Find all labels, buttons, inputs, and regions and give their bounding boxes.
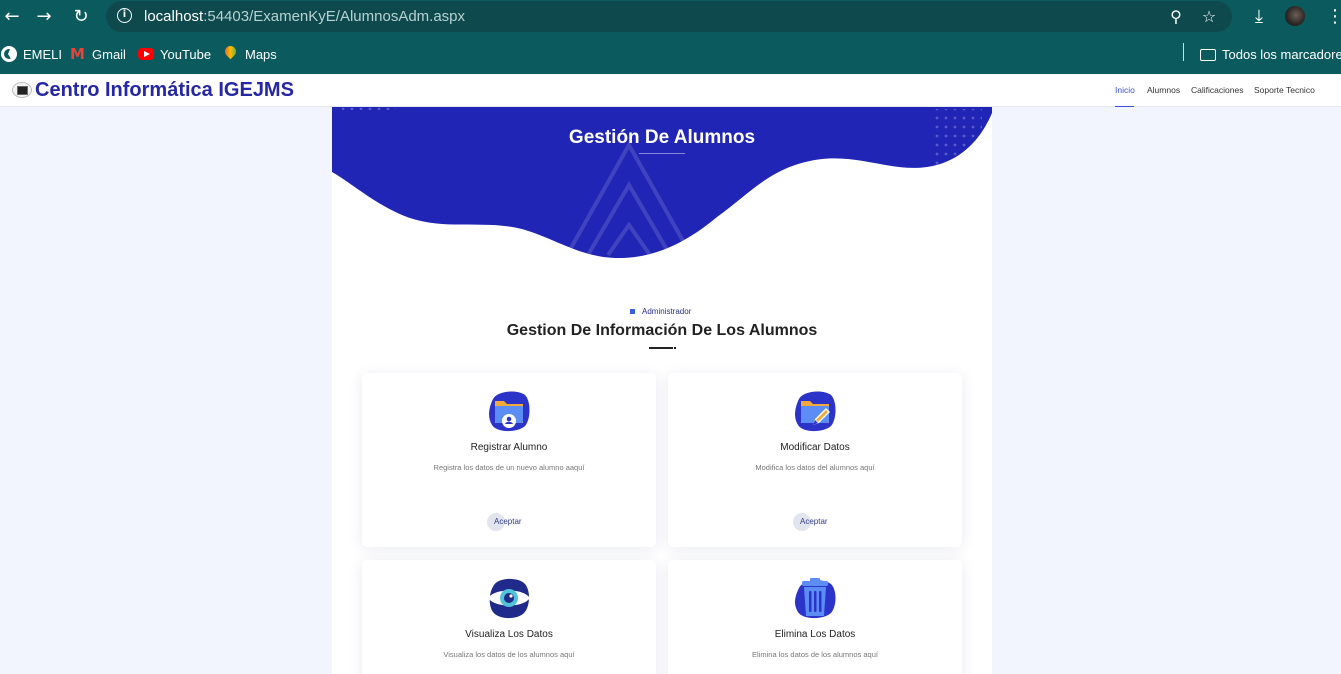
card-title: Elimina Los Datos [774, 629, 856, 640]
card-elimina-datos: Elimina Los Datos Elimina los datos de l… [668, 560, 962, 674]
gmail-icon [70, 45, 86, 63]
all-bookmarks[interactable]: Todos los marcadores [1200, 45, 1341, 63]
back-arrow-icon[interactable]: ← [0, 5, 24, 29]
youtube-icon [138, 48, 154, 60]
card-description: Elimina los datos de los alumnos aquí [752, 650, 878, 659]
section-divider [649, 347, 673, 349]
bookmark-label: Gmail [92, 46, 126, 62]
nav-inicio[interactable]: Inicio [1115, 85, 1135, 95]
main-content: Gestión De Alumnos Administrador Gestion… [332, 107, 992, 674]
card-description: Visualiza los datos de los alumnos aquí [443, 650, 575, 659]
hero-divider [639, 153, 685, 154]
nav-soporte-tecnico[interactable]: Soporte Tecnico [1254, 85, 1315, 95]
site-info-icon[interactable]: i [117, 8, 132, 23]
site-title[interactable]: Centro Informática IGEJMS [35, 79, 294, 102]
more-menu-icon[interactable]: ⋮ [1323, 5, 1341, 29]
active-nav-indicator [1115, 106, 1134, 107]
address-url[interactable]: localhost:54403/ExamenKyE/AlumnosAdm.asp… [144, 8, 465, 25]
nav-alumnos[interactable]: Alumnos [1147, 85, 1180, 95]
profile-avatar[interactable] [1285, 6, 1305, 26]
bookmark-gmail[interactable]: Gmail [70, 45, 126, 63]
card-registrar-alumno: Registrar Alumno Registra los datos de u… [362, 373, 656, 547]
address-bar[interactable]: i localhost:54403/ExamenKyE/AlumnosAdm.a… [106, 1, 1232, 32]
bookmark-label: EMELI [23, 46, 63, 62]
button-label: Aceptar [800, 517, 828, 526]
edit-folder-icon [795, 391, 836, 432]
site-navbar: Centro Informática IGEJMS Inicio Alumnos… [0, 74, 1341, 107]
square-bullet-icon [630, 309, 635, 314]
download-icon[interactable]: ⤓ [1247, 5, 1271, 29]
aceptar-button[interactable]: Aceptar [487, 512, 547, 532]
bookmark-emeli[interactable]: EMELI [1, 45, 62, 63]
url-host: localhost [144, 8, 204, 25]
computer-logo-icon[interactable] [12, 82, 32, 98]
card-modificar-datos: Modificar Datos Modifica los datos del a… [668, 373, 962, 547]
eye-icon [488, 578, 530, 619]
bookmark-maps[interactable]: Maps [223, 45, 277, 63]
reload-icon[interactable]: ↻ [69, 5, 93, 29]
admin-badge-label: Administrador [642, 307, 692, 316]
zoom-icon[interactable]: ⚲ [1165, 6, 1187, 28]
trash-icon [795, 578, 836, 619]
section-title: Gestion De Información De Los Alumnos [506, 322, 818, 339]
bookmark-label: YouTube [160, 46, 212, 62]
card-title: Modificar Datos [780, 442, 850, 453]
register-folder-icon [489, 391, 530, 432]
bookmark-star-icon[interactable]: ☆ [1198, 6, 1220, 28]
admin-badge: Administrador [630, 307, 691, 316]
card-title: Visualiza Los Datos [465, 629, 553, 640]
hero-title: Gestión De Alumnos [568, 127, 756, 148]
bookmark-youtube[interactable]: YouTube [138, 45, 211, 63]
card-description: Registra los datos de un nuevo alumno aa… [433, 463, 585, 472]
url-path: :54403/ExamenKyE/AlumnosAdm.aspx [203, 8, 466, 25]
card-description: Modifica los datos del alumnos aquí [755, 463, 875, 472]
bookmarks-bar: EMELI Gmail YouTube Maps Todos los marca… [0, 40, 1341, 66]
bookmark-label: Maps [245, 46, 277, 62]
maps-icon [223, 46, 239, 62]
button-label: Aceptar [494, 517, 522, 526]
section-divider-dot [674, 347, 676, 349]
card-visualiza-datos: Visualiza Los Datos Visualiza los datos … [362, 560, 656, 674]
browser-chrome: ← → ↻ i localhost:54403/ExamenKyE/Alumno… [0, 0, 1341, 74]
globe-icon [1, 46, 17, 62]
card-title: Registrar Alumno [470, 442, 548, 453]
browser-toolbar: ← → ↻ i localhost:54403/ExamenKyE/Alumno… [0, 0, 1341, 34]
nav-calificaciones[interactable]: Calificaciones [1191, 85, 1243, 95]
forward-arrow-icon[interactable]: → [32, 5, 56, 29]
all-bookmarks-label: Todos los marcadores [1222, 46, 1341, 62]
bookmarks-separator [1183, 43, 1184, 61]
folder-icon [1200, 49, 1216, 61]
aceptar-button[interactable]: Aceptar [793, 512, 853, 532]
